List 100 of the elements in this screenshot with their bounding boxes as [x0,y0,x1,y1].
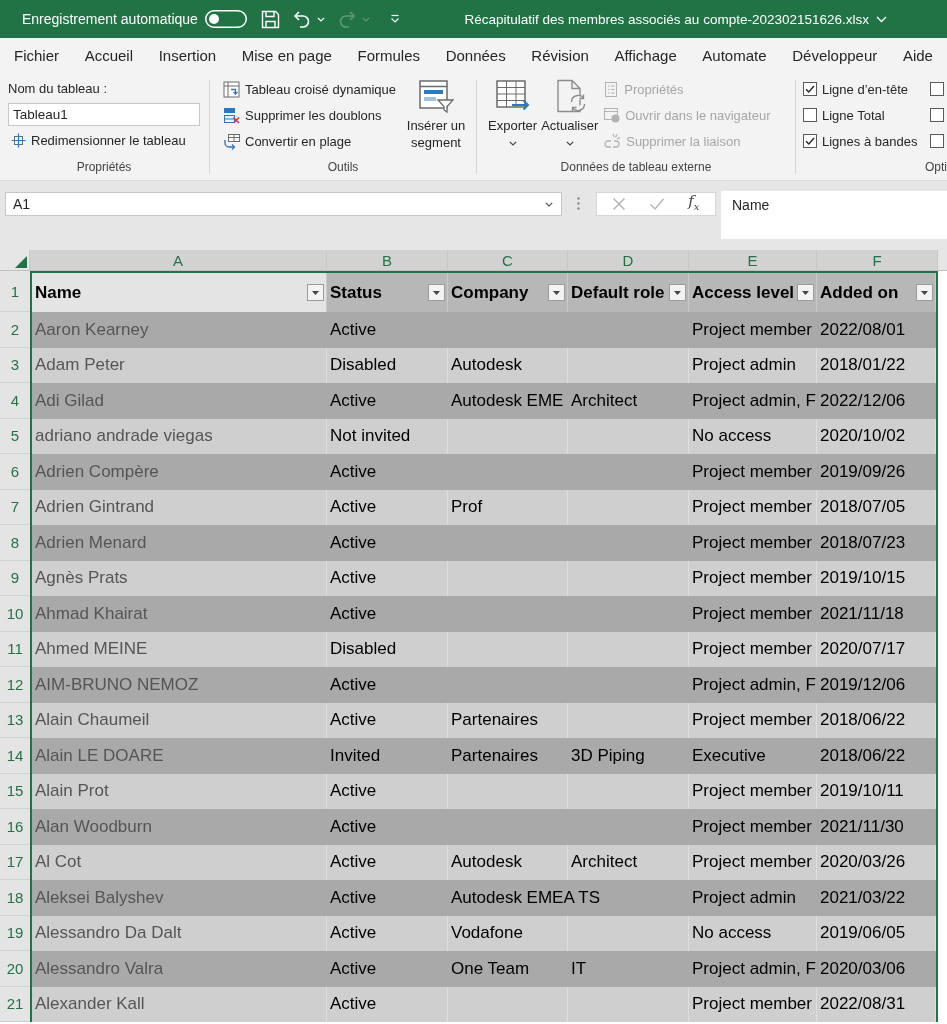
row-header[interactable]: 14 [0,738,30,774]
checkbox[interactable] [803,82,817,96]
line-caret-icon[interactable] [389,14,400,24]
name-box[interactable]: A1 [5,192,562,216]
checkbox[interactable] [930,82,944,96]
status-text: Active [330,674,377,695]
remove-duplicates-button[interactable]: Supprimer les doublons [220,102,400,128]
status-text: Active [330,852,377,873]
row-header[interactable]: 17 [0,844,30,880]
checkbox[interactable] [930,108,944,122]
resize-table-button[interactable]: Redimensionner le tableau [8,127,189,154]
name-text: Adam Peter [35,355,125,376]
checkbox-label[interactable]: Ligne Total [822,107,885,123]
column-header[interactable]: D [568,250,689,270]
document-title: Récapitulatif des membres associés au compte-202302151626.xlsx [464,11,869,27]
row-header[interactable]: 1 [0,271,30,312]
menu-tab[interactable]: Formules [357,46,420,64]
row-header[interactable]: 18 [0,880,30,916]
name-text: Al Cot [35,852,82,873]
company-text: Autodesk [451,355,522,376]
menu-tab[interactable]: Affichage [614,46,677,64]
row-header[interactable]: 16 [0,809,30,845]
filter-button[interactable] [916,284,933,301]
date-text: 2021/11/30 [820,816,904,837]
menu-tab[interactable]: Mise en page [241,46,332,64]
field-label: Nom du tableau : [8,81,107,97]
undo-icon[interactable] [292,10,311,28]
status-text: Active [330,532,377,553]
company-text: Vodafone [451,923,523,944]
access-level-text: Project member [692,816,812,837]
chevron-down-icon[interactable] [876,15,887,23]
autosave-label: Enregistrement automatique [22,11,198,27]
column-header[interactable]: E [689,250,817,270]
date-text: 2019/09/26 [820,461,906,482]
checkbox-label[interactable]: Lignes à bandes [822,133,918,149]
date-text: 2020/10/02 [820,426,906,447]
row-header[interactable]: 13 [0,702,30,738]
toggle-switch[interactable] [204,10,247,28]
row-header[interactable]: 2 [0,312,30,348]
role-text: Architect [571,852,638,873]
convert-to-range-button[interactable]: Convertir en plage [220,128,400,154]
column-header[interactable]: C [448,250,568,270]
pivot-table-button[interactable]: Tableau croisé dynamique [220,76,400,102]
row-header[interactable]: 6 [0,454,30,490]
row-header[interactable]: 3 [0,347,30,383]
menu-tab[interactable]: Révision [531,46,589,64]
row-header[interactable]: 7 [0,489,30,525]
row-header[interactable]: 5 [0,418,30,454]
browser-window-icon [603,107,621,123]
row-header[interactable]: 21 [0,986,30,1022]
filter-button[interactable] [307,284,324,301]
row-header[interactable]: 8 [0,525,30,561]
checkbox-label[interactable]: Ligne d’en-tête [822,81,908,97]
row-header[interactable]: 19 [0,915,30,951]
column-header[interactable]: B [327,250,448,270]
insert-function-button[interactable]: f$_{x}$ [688,192,700,216]
insert-slicer-button[interactable]: Insérer un segment [399,76,474,154]
menu-tab[interactable]: Développeur [792,46,878,64]
filter-button[interactable] [548,284,565,301]
menu-tab[interactable]: Données [445,46,506,64]
status-text: Active [330,816,377,837]
column-header[interactable]: A [30,250,327,270]
grid-arrow-icon [494,79,531,113]
save-icon[interactable] [260,9,280,29]
export-button[interactable]: Exporter [486,76,540,154]
role-text: 3D Piping [571,745,645,766]
row-header[interactable]: 10 [0,596,30,632]
menu-tab[interactable]: Aide [902,46,933,64]
filter-button[interactable] [669,284,686,301]
grip-icon[interactable] [577,197,580,210]
row-header[interactable]: 11 [0,631,30,667]
date-text: 2019/10/11 [820,781,904,802]
table-name-field[interactable]: Tableau1 [8,103,200,127]
date-text: 2019/06/05 [820,923,906,944]
date-text: 2018/01/22 [820,355,906,376]
row-header[interactable]: 15 [0,773,30,809]
column-header[interactable]: F [817,250,938,270]
date-text: 2019/12/06 [820,674,906,695]
access-level-text: No access [692,923,772,944]
menu-tab[interactable]: Insertion [158,46,217,64]
refresh-button[interactable]: Actualiser [539,76,601,154]
triangle-icon [15,256,27,268]
row-header[interactable]: 12 [0,667,30,703]
checkbox[interactable] [803,134,817,148]
formula-field[interactable]: Name [721,191,947,239]
access-level-text: Project member [692,639,812,660]
menu-tab[interactable]: Fichier [14,46,59,64]
menu-tab[interactable]: Accueil [84,46,133,64]
access-level-text: Project admin [692,887,796,908]
checkbox[interactable] [803,108,817,122]
row-header[interactable]: 4 [0,383,30,419]
date-text: 2020/03/06 [820,958,906,979]
checkbox[interactable] [930,134,944,148]
menu-tab[interactable]: Automate [702,46,767,64]
date-text: 2022/08/01 [820,319,906,340]
filter-button[interactable] [428,284,445,301]
row-header[interactable]: 9 [0,560,30,596]
group-label: Opti [925,160,947,174]
filter-button[interactable] [797,284,814,301]
row-header[interactable]: 20 [0,951,30,987]
